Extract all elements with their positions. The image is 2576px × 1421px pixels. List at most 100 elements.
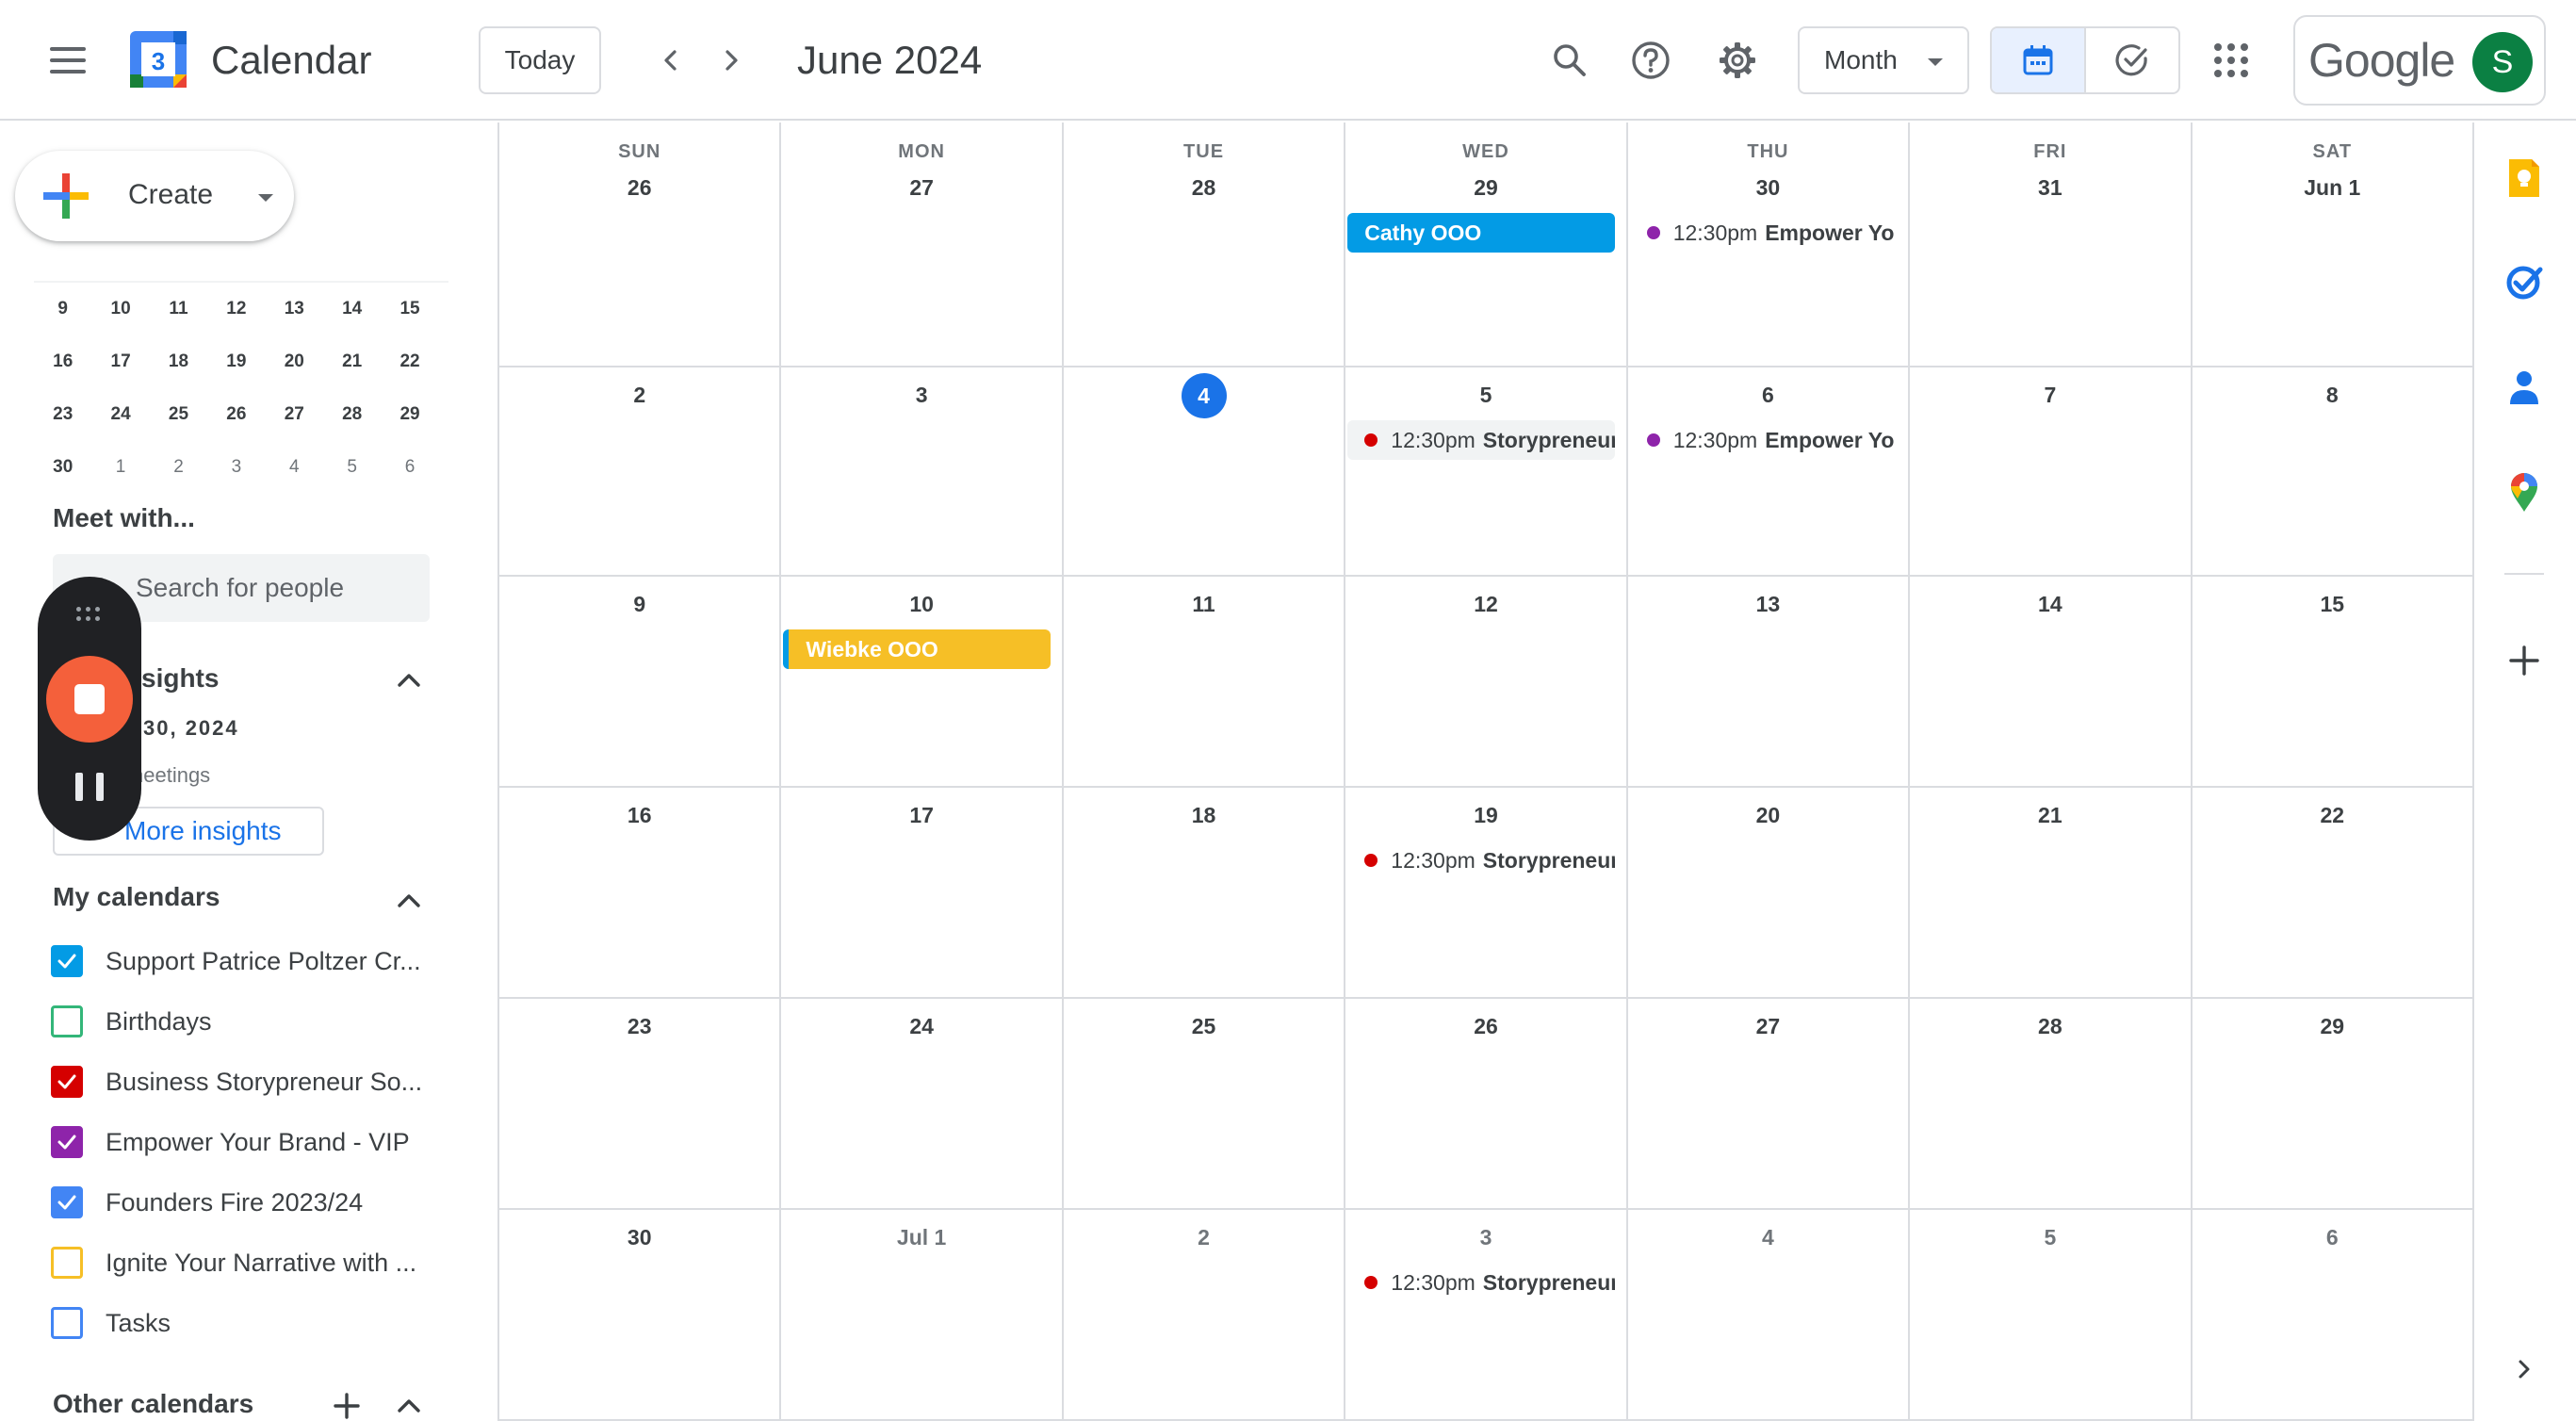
mini-calendar-day[interactable]: 9: [34, 299, 91, 319]
timed-event[interactable]: 12:30pm Empower Yo: [1630, 420, 1897, 460]
day-cell[interactable]: 12: [1345, 577, 1628, 786]
chevron-up-icon[interactable]: [390, 882, 428, 920]
day-number[interactable]: 8: [2193, 383, 2472, 408]
calendar-list-item[interactable]: Business Storypreneur So...: [51, 1052, 447, 1112]
calendar-checkbox[interactable]: [51, 1066, 83, 1098]
timed-event[interactable]: 12:30pm Storypreneur: [1347, 1263, 1615, 1302]
mini-calendar-day[interactable]: 20: [266, 351, 323, 372]
mini-calendar-day[interactable]: 2: [150, 457, 207, 478]
stop-recording-button[interactable]: [46, 656, 133, 743]
pause-icon[interactable]: [75, 773, 104, 801]
calendar-list-item[interactable]: Empower Your Brand - VIP: [51, 1112, 447, 1172]
day-cell[interactable]: 6: [2193, 1210, 2474, 1419]
search-people-input[interactable]: [136, 569, 418, 607]
day-cell[interactable]: Jul 1: [781, 1210, 1064, 1419]
calendar-checkbox[interactable]: [51, 1247, 83, 1279]
search-button[interactable]: [1541, 32, 1598, 89]
day-number[interactable]: 27: [1628, 1014, 1908, 1039]
mini-calendar-day[interactable]: 26: [207, 404, 265, 425]
day-cell[interactable]: 21: [1910, 788, 2193, 997]
next-month-button[interactable]: [705, 34, 758, 87]
mini-calendar-day[interactable]: 19: [207, 351, 265, 372]
timed-event[interactable]: 12:30pm Storypreneur: [1347, 841, 1615, 880]
day-number[interactable]: 18: [1064, 803, 1344, 828]
day-cell[interactable]: 16: [499, 788, 782, 997]
day-number[interactable]: 28: [1910, 1014, 2190, 1039]
all-day-event[interactable]: Wiebke OOO: [783, 629, 1051, 669]
day-number[interactable]: 11: [1064, 592, 1344, 617]
day-number[interactable]: 17: [781, 803, 1061, 828]
day-cell[interactable]: 11: [1064, 577, 1346, 786]
mini-calendar-day[interactable]: 28: [323, 404, 381, 425]
today-button[interactable]: Today: [479, 26, 601, 94]
day-cell[interactable]: 19: [1345, 788, 1628, 997]
mini-calendar-day[interactable]: 24: [91, 404, 149, 425]
day-number[interactable]: 23: [499, 1014, 779, 1039]
day-cell[interactable]: 10: [781, 577, 1064, 786]
day-cell[interactable]: FRI 31: [1910, 122, 2193, 366]
day-number[interactable]: 3: [1345, 1225, 1625, 1250]
timed-event[interactable]: 12:30pm Storypreneur: [1347, 420, 1615, 460]
day-number[interactable]: 30: [499, 1225, 779, 1250]
day-number[interactable]: 26: [499, 175, 779, 201]
add-other-calendar-icon[interactable]: [328, 1387, 366, 1421]
day-cell[interactable]: 18: [1064, 788, 1346, 997]
mini-calendar-day[interactable]: 22: [381, 351, 438, 372]
day-cell[interactable]: 15: [2193, 577, 2474, 786]
main-menu-icon[interactable]: [41, 34, 94, 87]
mini-calendar-day[interactable]: 23: [34, 404, 91, 425]
day-cell[interactable]: SUN 26: [499, 122, 782, 366]
mini-calendar-day[interactable]: 13: [266, 299, 323, 319]
day-number[interactable]: 29: [1345, 175, 1625, 201]
day-number[interactable]: 29: [2193, 1014, 2472, 1039]
mini-calendar-day[interactable]: 16: [34, 351, 91, 372]
day-number[interactable]: 28: [1064, 175, 1344, 201]
timed-event[interactable]: 12:30pm Empower Yo: [1630, 213, 1897, 253]
account-switcher[interactable]: Google S: [2293, 15, 2546, 106]
mini-calendar-day[interactable]: 14: [323, 299, 381, 319]
create-button[interactable]: Create: [15, 151, 294, 241]
day-number[interactable]: 4: [1628, 1225, 1908, 1250]
calendar-checkbox[interactable]: [51, 1005, 83, 1037]
today-date[interactable]: 4: [1181, 373, 1227, 418]
chevron-up-icon[interactable]: [390, 662, 428, 699]
mini-calendar-day[interactable]: 30: [34, 457, 91, 478]
keep-icon[interactable]: [2501, 155, 2548, 202]
calendar-list-item[interactable]: Support Patrice Poltzer Cr...: [51, 931, 447, 991]
day-number[interactable]: 6: [1628, 383, 1908, 408]
calendar-list-item[interactable]: Ignite Your Narrative with ...: [51, 1233, 447, 1293]
day-number[interactable]: Jul 1: [781, 1225, 1061, 1250]
day-number[interactable]: 31: [1910, 175, 2190, 201]
day-cell[interactable]: 22: [2193, 788, 2474, 997]
settings-button[interactable]: [1709, 32, 1766, 89]
calendar-checkbox[interactable]: [51, 1307, 83, 1339]
chevron-right-icon[interactable]: [2501, 1346, 2548, 1393]
day-number[interactable]: 21: [1910, 803, 2190, 828]
all-day-event[interactable]: Cathy OOO: [1347, 213, 1615, 253]
mini-calendar-day[interactable]: 1: [91, 457, 149, 478]
view-selector[interactable]: Month: [1798, 26, 1969, 94]
day-number[interactable]: 25: [1064, 1014, 1344, 1039]
mini-calendar-day[interactable]: 5: [323, 457, 381, 478]
mini-calendar-day[interactable]: 15: [381, 299, 438, 319]
day-cell[interactable]: 2: [499, 368, 782, 575]
day-number[interactable]: 30: [1628, 175, 1908, 201]
calendar-checkbox[interactable]: [51, 1126, 83, 1158]
day-cell[interactable]: SAT Jun 1: [2193, 122, 2474, 366]
contacts-icon[interactable]: [2501, 364, 2548, 411]
day-cell[interactable]: 3: [1345, 1210, 1628, 1419]
day-number[interactable]: 14: [1910, 592, 2190, 617]
maps-icon[interactable]: [2501, 469, 2548, 516]
day-cell[interactable]: 13: [1628, 577, 1911, 786]
google-apps-icon[interactable]: [2205, 34, 2258, 87]
day-number[interactable]: 12: [1345, 592, 1625, 617]
chevron-up-icon[interactable]: [390, 1387, 428, 1421]
add-icon[interactable]: [2501, 637, 2548, 684]
day-number[interactable]: 13: [1628, 592, 1908, 617]
calendar-checkbox[interactable]: [51, 1186, 83, 1218]
calendar-checkbox[interactable]: [51, 945, 83, 977]
help-button[interactable]: [1622, 32, 1679, 89]
day-cell[interactable]: 25: [1064, 999, 1346, 1208]
mini-calendar-day[interactable]: 18: [150, 351, 207, 372]
day-cell[interactable]: 20: [1628, 788, 1911, 997]
